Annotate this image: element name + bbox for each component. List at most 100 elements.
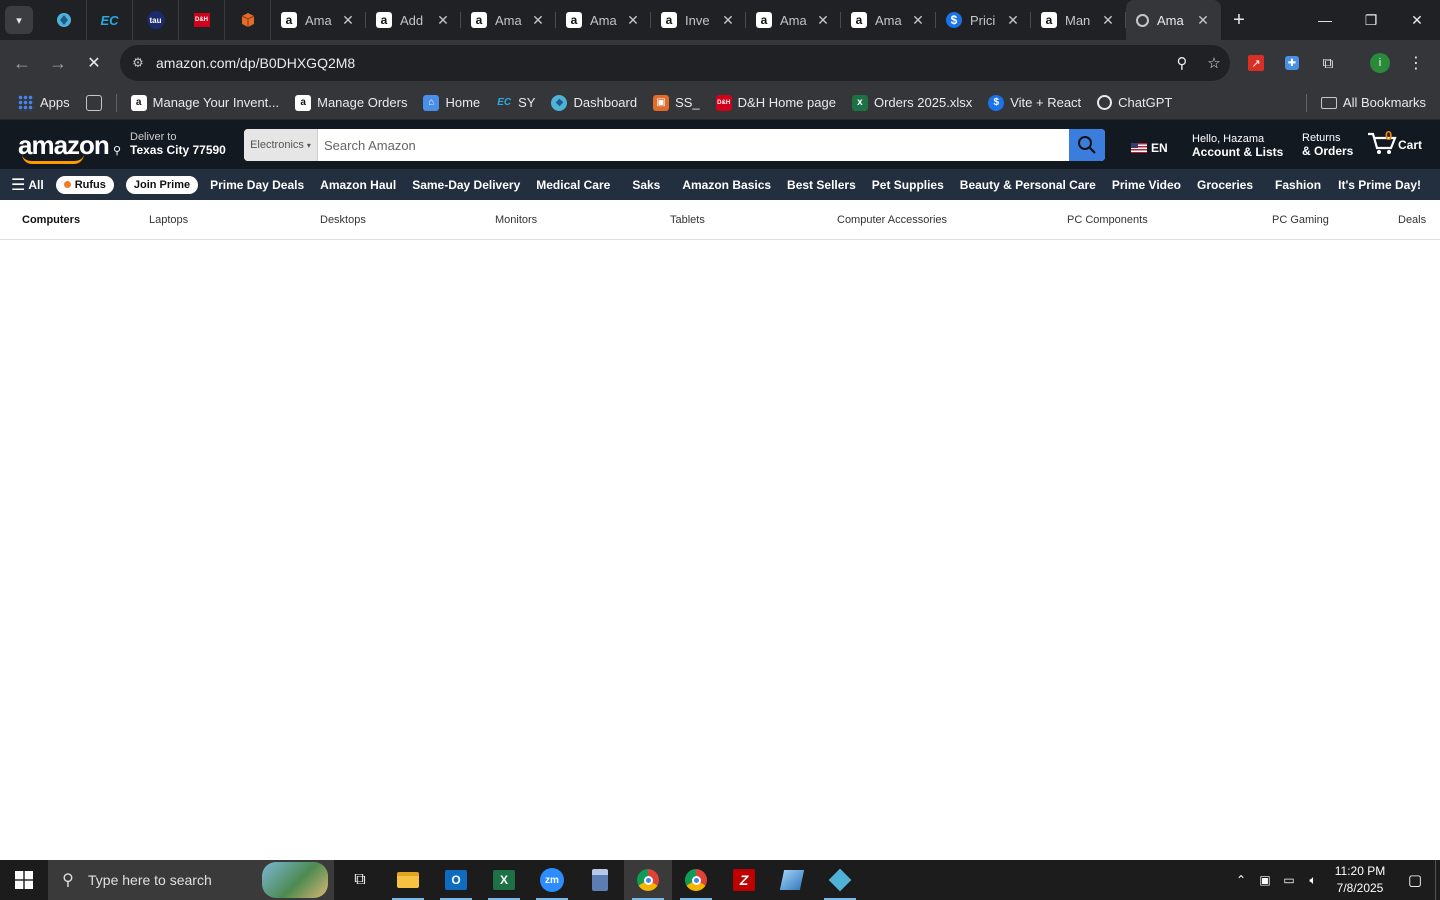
bookmark-dashboard[interactable]: ◆ Dashboard <box>543 89 645 117</box>
tab-1[interactable]: a Ama ✕ <box>271 0 366 40</box>
taskbar-excel[interactable]: X <box>480 860 528 900</box>
bookmark-chatgpt[interactable]: ChatGPT <box>1089 89 1180 117</box>
taskbar-search[interactable]: ⚲ Type here to search <box>48 860 334 900</box>
bookmark-vite-react[interactable]: $ Vite + React <box>980 89 1089 117</box>
new-tab-button[interactable]: + <box>1221 9 1257 32</box>
bookmark-ss[interactable]: ▣ SS_ <box>645 89 708 117</box>
start-button[interactable] <box>0 860 48 900</box>
nav-groceries[interactable]: Groceries <box>1189 178 1261 192</box>
back-button[interactable]: ← <box>4 45 40 81</box>
bookmark-star-icon[interactable]: ☆ <box>1198 54 1230 72</box>
bookmark-sy[interactable]: EC SY <box>488 89 543 117</box>
profile-avatar[interactable]: i <box>1362 53 1398 73</box>
taskbar-chrome-profile[interactable] <box>672 860 720 900</box>
nav-best-sellers[interactable]: Best Sellers <box>779 178 864 192</box>
clock[interactable]: 11:20 PM 7/8/2025 <box>1331 863 1389 897</box>
nav-amazon-haul[interactable]: Amazon Haul <box>312 178 404 192</box>
bookmark-dh-home[interactable]: D&H D&H Home page <box>708 89 844 117</box>
close-icon[interactable]: ✕ <box>1100 12 1116 29</box>
nav-beauty-personal-care[interactable]: Beauty & Personal Care <box>952 178 1104 192</box>
nav-pet-supplies[interactable]: Pet Supplies <box>864 178 952 192</box>
close-icon[interactable]: ✕ <box>1195 12 1211 29</box>
subnav-computer-accessories[interactable]: Computer Accessories <box>837 214 947 226</box>
tab-10-active[interactable]: Ama ✕ <box>1126 0 1221 40</box>
close-icon[interactable]: ✕ <box>435 12 451 29</box>
taskbar-zoom[interactable]: zm <box>528 860 576 900</box>
nav-amazon-basics[interactable]: Amazon Basics <box>674 178 779 192</box>
kebab-menu-icon[interactable]: ⋮ <box>1398 53 1434 73</box>
nav-fashion[interactable]: Fashion <box>1261 178 1335 192</box>
close-icon[interactable]: ✕ <box>815 12 831 29</box>
address-bar[interactable]: ⚙ amazon.com/dp/B0DHXGQ2M8 ⚲ ☆ <box>120 45 1230 81</box>
extensions-icon[interactable]: ⧉ <box>1310 55 1346 72</box>
tab-9[interactable]: a Man ✕ <box>1031 0 1126 40</box>
subnav-pc-components[interactable]: PC Components <box>1067 214 1148 226</box>
rufus-button[interactable]: Rufus <box>55 175 114 194</box>
all-bookmarks-button[interactable]: All Bookmarks <box>1313 89 1434 117</box>
minimize-icon[interactable]: — <box>1302 0 1348 40</box>
nav-same-day-delivery[interactable]: Same-Day Delivery <box>404 178 528 192</box>
language-selector[interactable]: EN <box>1131 141 1168 155</box>
taskbar-chrome-active[interactable] <box>624 860 672 900</box>
close-window-icon[interactable]: ✕ <box>1394 0 1440 40</box>
restore-icon[interactable]: ❐ <box>1348 0 1394 40</box>
subnav-pc-gaming[interactable]: PC Gaming <box>1272 214 1329 226</box>
show-desktop-button[interactable] <box>1435 860 1440 900</box>
url-text[interactable]: amazon.com/dp/B0DHXGQ2M8 <box>156 55 1166 71</box>
nav-saks[interactable]: Saks <box>618 178 674 192</box>
network-icon[interactable]: ▭ <box>1277 873 1301 887</box>
pinned-tab-1[interactable] <box>41 0 87 40</box>
taskbar-calculator[interactable] <box>576 860 624 900</box>
nav-prime-day-deals[interactable]: Prime Day Deals <box>202 178 312 192</box>
subnav-laptops[interactable]: Laptops <box>149 214 188 226</box>
all-menu-button[interactable]: ☰ All <box>11 175 44 195</box>
pinned-tab-5[interactable] <box>225 0 271 40</box>
taskbar-app-blue[interactable] <box>768 860 816 900</box>
tab-7[interactable]: a Ama ✕ <box>841 0 936 40</box>
tab-8[interactable]: $ Prici ✕ <box>936 0 1031 40</box>
search-category-dropdown[interactable]: Electronics ▾ <box>244 129 318 161</box>
bookmark-tab-groups[interactable] <box>78 89 110 117</box>
tab-2[interactable]: a Add ✕ <box>366 0 461 40</box>
zoom-icon[interactable]: ⚲ <box>1166 54 1198 72</box>
search-button[interactable] <box>1069 129 1105 161</box>
account-lists[interactable]: Hello, Hazama Account & Lists <box>1192 133 1283 159</box>
bookmark-home[interactable]: ⌂ Home <box>415 89 488 117</box>
stop-button[interactable]: ✕ <box>76 45 112 81</box>
subnav-desktops[interactable]: Desktops <box>320 214 366 226</box>
subnav-computers[interactable]: Computers <box>22 214 80 226</box>
chevron-up-icon[interactable]: ⌃ <box>1229 873 1253 887</box>
tab-4[interactable]: a Ama ✕ <box>556 0 651 40</box>
volume-icon[interactable]: 🔈︎ <box>1301 873 1325 888</box>
close-icon[interactable]: ✕ <box>910 12 926 29</box>
bookmark-manage-orders[interactable]: a Manage Orders <box>287 89 415 117</box>
taskbar-file-explorer[interactable] <box>384 860 432 900</box>
pinned-tab-3[interactable]: tau <box>133 0 179 40</box>
close-icon[interactable]: ✕ <box>625 12 641 29</box>
nav-prime-video[interactable]: Prime Video <box>1104 178 1189 192</box>
taskbar-outlook[interactable]: O <box>432 860 480 900</box>
pdf-extension-icon[interactable]: ↗ <box>1238 55 1274 71</box>
puzzle-extension-icon-blue[interactable]: ✚ <box>1274 56 1310 70</box>
cart-button[interactable]: 0 Cart <box>1366 128 1422 156</box>
notifications-icon[interactable]: ▢ <box>1395 871 1435 889</box>
tab-5[interactable]: a Inve ✕ <box>651 0 746 40</box>
tab-search-menu-button[interactable]: ▾ <box>5 6 33 34</box>
pinned-tab-2[interactable]: EC <box>87 0 133 40</box>
search-input[interactable] <box>318 129 1069 161</box>
task-view-button[interactable]: ⧉ <box>336 860 384 900</box>
close-icon[interactable]: ✕ <box>340 12 356 29</box>
site-info-icon[interactable]: ⚙ <box>120 55 156 71</box>
nav-medical-care[interactable]: Medical Care <box>528 178 618 192</box>
taskbar-diamond-app[interactable] <box>816 860 864 900</box>
taskbar-filezilla[interactable]: Z <box>720 860 768 900</box>
bookmark-manage-inventory[interactable]: a Manage Your Invent... <box>123 89 287 117</box>
forward-button[interactable]: → <box>40 45 76 81</box>
close-icon[interactable]: ✕ <box>720 12 736 29</box>
bookmark-orders-xlsx[interactable]: x Orders 2025.xlsx <box>844 89 980 117</box>
pinned-tab-4[interactable]: D&H <box>179 0 225 40</box>
returns-orders[interactable]: Returns & Orders <box>1302 132 1353 158</box>
subnav-monitors[interactable]: Monitors <box>495 214 537 226</box>
bookmark-apps[interactable]: Apps <box>10 89 78 117</box>
deliver-to[interactable]: ⚲ Deliver to Texas City 77590 <box>113 131 226 157</box>
